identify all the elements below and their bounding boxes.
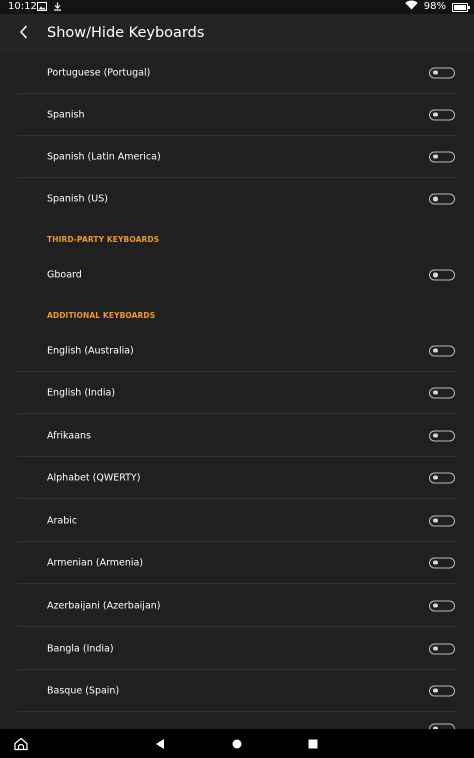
keyboard-label: English (Australia) bbox=[47, 345, 134, 356]
keyboard-row-alphabet-qwerty[interactable]: Alphabet (QWERTY) bbox=[17, 457, 457, 499]
toggle-switch[interactable] bbox=[429, 193, 455, 205]
toggle-knob bbox=[433, 475, 438, 480]
keyboard-row-bangla-india[interactable]: Bangla (India) bbox=[17, 628, 457, 670]
keyboard-row-basque-spain[interactable]: Basque (Spain) bbox=[17, 670, 457, 712]
toggle-knob bbox=[433, 272, 438, 277]
keyboard-row-portuguese-portugal[interactable]: Portuguese (Portugal) bbox=[17, 52, 457, 94]
toggle-knob bbox=[433, 154, 438, 159]
toggle-switch[interactable] bbox=[429, 557, 455, 568]
toggle-knob bbox=[433, 603, 438, 608]
toggle-switch[interactable] bbox=[429, 430, 455, 441]
toggle-knob bbox=[433, 433, 438, 438]
keyboard-label: Afrikaans bbox=[47, 430, 91, 441]
keyboard-list[interactable]: Portuguese (Portugal) Spanish Spanish (L… bbox=[0, 52, 474, 729]
keyboard-row-english-australia[interactable]: English (Australia) bbox=[17, 330, 457, 372]
toggle-switch[interactable] bbox=[429, 472, 455, 483]
app-bar: Show/Hide Keyboards bbox=[0, 14, 474, 52]
triangle-back-icon[interactable] bbox=[155, 738, 165, 749]
navigation-bar bbox=[0, 729, 474, 758]
toggle-switch[interactable] bbox=[429, 643, 455, 654]
keyboard-row-spanish-latin-america[interactable]: Spanish (Latin America) bbox=[17, 136, 457, 178]
keyboard-label: Spanish (Latin America) bbox=[47, 151, 161, 162]
toggle-knob bbox=[433, 646, 438, 651]
keyboard-label: Alphabet (QWERTY) bbox=[47, 472, 141, 483]
keyboard-label: Basque (Spain) bbox=[47, 685, 120, 696]
circle-home-icon[interactable] bbox=[232, 739, 242, 749]
keyboard-label: Armenian (Armenia) bbox=[47, 557, 144, 568]
battery-icon bbox=[452, 2, 470, 12]
keyboard-label: Spanish (US) bbox=[47, 193, 108, 205]
keyboard-label: Portuguese (Portugal) bbox=[47, 67, 151, 78]
fire-home-icon[interactable] bbox=[14, 737, 28, 750]
toggle-switch[interactable] bbox=[429, 109, 455, 120]
toggle-switch[interactable] bbox=[429, 67, 455, 78]
toggle-knob bbox=[433, 196, 438, 201]
toggle-switch[interactable] bbox=[429, 151, 455, 162]
toggle-knob bbox=[433, 688, 438, 693]
page-title: Show/Hide Keyboards bbox=[47, 25, 205, 41]
toggle-knob bbox=[433, 348, 438, 353]
toggle-switch[interactable] bbox=[429, 387, 455, 398]
toggle-switch[interactable] bbox=[429, 515, 455, 526]
status-time: 10:12 bbox=[8, 1, 37, 12]
section-header-additional: ADDITIONAL KEYBOARDS bbox=[47, 311, 156, 320]
toggle-knob bbox=[433, 70, 438, 75]
keyboard-row-partial[interactable] bbox=[17, 713, 457, 729]
keyboard-label: Bangla (India) bbox=[47, 643, 114, 654]
chevron-left-icon bbox=[19, 24, 29, 43]
square-recents-icon[interactable] bbox=[308, 739, 318, 748]
keyboard-row-gboard[interactable]: Gboard bbox=[17, 254, 457, 296]
wifi-icon bbox=[405, 0, 418, 15]
toggle-switch[interactable] bbox=[429, 269, 455, 281]
keyboard-row-armenian-armenia[interactable]: Armenian (Armenia) bbox=[17, 542, 457, 584]
keyboard-row-afrikaans[interactable]: Afrikaans bbox=[17, 415, 457, 457]
keyboard-row-azerbaijani-azerbaijan[interactable]: Azerbaijani (Azerbaijan) bbox=[17, 585, 457, 627]
toggle-switch[interactable] bbox=[429, 685, 455, 696]
status-bar: 10:12 98% bbox=[0, 0, 474, 14]
keyboard-label: Azerbaijani (Azerbaijan) bbox=[47, 600, 161, 611]
keyboard-row-spanish-us[interactable]: Spanish (US) bbox=[17, 178, 457, 220]
back-button[interactable] bbox=[14, 23, 34, 43]
status-right: 98% bbox=[405, 0, 470, 15]
keyboard-row-english-india[interactable]: English (India) bbox=[17, 372, 457, 414]
keyboard-label: Arabic bbox=[47, 515, 78, 526]
keyboard-row-spanish[interactable]: Spanish bbox=[17, 94, 457, 136]
keyboard-label: Gboard bbox=[47, 269, 82, 281]
keyboard-label: English (India) bbox=[47, 387, 116, 398]
battery-fill bbox=[454, 4, 466, 10]
toggle-switch[interactable] bbox=[429, 600, 455, 611]
battery-text: 98% bbox=[423, 1, 446, 12]
keyboard-label: Spanish bbox=[47, 109, 85, 120]
toggle-knob bbox=[433, 112, 438, 117]
toggle-switch[interactable] bbox=[429, 345, 455, 356]
toggle-knob bbox=[433, 560, 438, 565]
section-header-third-party: THIRD-PARTY KEYBOARDS bbox=[47, 235, 160, 244]
toggle-knob bbox=[433, 518, 438, 523]
toggle-knob bbox=[433, 390, 438, 395]
keyboard-row-arabic[interactable]: Arabic bbox=[17, 500, 457, 542]
screen: 10:12 98% Show/Hide Keyboards Portuguese… bbox=[0, 0, 474, 758]
